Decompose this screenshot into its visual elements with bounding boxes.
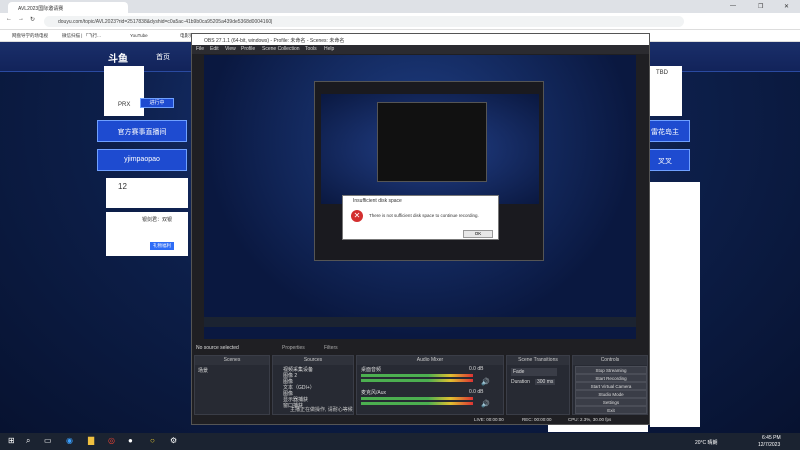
disk-space-dialog: Insufficient disk space ✕ There is not s… xyxy=(342,195,499,240)
start-recording-button[interactable]: Start Recording xyxy=(575,374,647,382)
address-bar[interactable]: douyu.com/topic/AVL2023?rid=2517838&dysh… xyxy=(44,16,684,27)
nested-taskbar xyxy=(204,317,636,327)
team-card-prx[interactable]: PRX xyxy=(104,66,144,116)
edge-icon[interactable]: ◉ xyxy=(66,436,73,445)
site-logo[interactable]: 斗鱼 xyxy=(108,50,128,65)
weather-widget[interactable]: 20°C 晴朗 xyxy=(695,439,718,446)
menu-view[interactable]: View xyxy=(225,46,236,52)
speaker-icon[interactable]: 🔊 xyxy=(481,378,490,386)
back-icon[interactable]: ← xyxy=(6,16,12,22)
bookmark-item[interactable]: 微信扫描 | 「飞行... xyxy=(62,33,101,39)
transition-select[interactable]: Fade xyxy=(511,368,557,376)
menu-file[interactable]: File xyxy=(196,46,204,52)
transitions-panel: Scene Transitions Fade Duration 300 ms xyxy=(506,355,570,415)
scenes-panel: Scenes 场景 xyxy=(194,355,270,415)
mixer-ch2-label: 麦克风/Aux xyxy=(361,390,387,396)
dialog-title: Insufficient disk space xyxy=(353,198,402,204)
duration-label: Duration xyxy=(511,379,530,385)
clock-time[interactable]: 6:45 PM xyxy=(762,435,781,441)
status-no-source: No source selected xyxy=(196,345,239,351)
close-icon[interactable]: ✕ xyxy=(784,3,789,10)
nested-preview xyxy=(321,94,539,204)
mixer-ch1-db: 0.0 dB xyxy=(469,366,484,372)
error-icon: ✕ xyxy=(351,210,363,222)
chrome-icon[interactable]: ◎ xyxy=(108,436,115,445)
stream-subtitle: 主播正在做操作, 请耐心等候 xyxy=(290,407,353,413)
nested-obs-2 xyxy=(377,102,487,182)
bookmark-item[interactable]: 网盘导学的场电视 xyxy=(12,33,48,39)
menu-edit[interactable]: Edit xyxy=(210,46,219,52)
controls-panel: Controls Stop Streaming Start Recording … xyxy=(572,355,648,415)
transitions-header: Scene Transitions xyxy=(507,356,569,365)
browser-tab[interactable]: AVL2023国际邀请赛 xyxy=(8,2,128,13)
studio-mode-button[interactable]: Studio Mode xyxy=(575,390,647,398)
filters-button[interactable]: Filters xyxy=(324,345,338,351)
obs-menubar: File Edit View Profile Scene Collection … xyxy=(192,45,649,54)
menu-help[interactable]: Help xyxy=(324,46,334,52)
streamer-name: 银剑君：双银 xyxy=(142,217,173,223)
settings-icon[interactable]: ⚙ xyxy=(170,436,177,445)
mixer-ch2-meter xyxy=(361,397,473,400)
cpu-stats: CPU: 2.3%, 30.00 fps xyxy=(568,417,612,422)
scenes-header: Scenes xyxy=(195,356,269,365)
stop-streaming-button[interactable]: Stop Streaming xyxy=(575,366,647,374)
team-name: TBD xyxy=(656,70,668,76)
search-icon[interactable]: ⌕ xyxy=(26,436,30,446)
ok-button[interactable]: OK xyxy=(463,230,493,238)
scene-item[interactable]: 场景 xyxy=(198,367,208,374)
audio-mixer-header: Audio Mixer xyxy=(357,356,503,365)
yjimpaopao-button[interactable]: yjimpaopao xyxy=(97,149,187,171)
follow-button[interactable]: 礼物福利 xyxy=(150,242,174,250)
taskview-icon[interactable]: ▭ xyxy=(44,436,52,445)
mixer-ch2-db: 0.0 dB xyxy=(469,389,484,395)
obs-icon[interactable]: ● xyxy=(128,436,133,445)
team-name: PRX xyxy=(118,102,131,108)
obs-titlebar: OBS 27.1.1 (64-bit, windows) - Profile: … xyxy=(192,34,649,45)
live-button[interactable]: 进行中 xyxy=(140,98,174,108)
count: 12 xyxy=(118,182,127,191)
stats-card: 12 xyxy=(106,178,188,208)
clock-date[interactable]: 12/7/2023 xyxy=(758,442,780,448)
bookmark-item[interactable]: YouTube xyxy=(130,33,148,38)
explorer-icon[interactable]: ▇ xyxy=(88,436,94,445)
forward-icon[interactable]: → xyxy=(18,16,24,22)
audio-mixer-panel: Audio Mixer 桌面音频 0.0 dB 麦克风/Aux 0.0 dB 🔊… xyxy=(356,355,504,415)
official-room-button[interactable]: 官方赛事直播间 xyxy=(97,120,187,142)
menu-profile[interactable]: Profile xyxy=(241,46,255,52)
speaker-icon[interactable]: 🔊 xyxy=(481,400,490,408)
live-timer: LIVE: 00:00:00 xyxy=(474,417,504,422)
mixer-ch2-fader[interactable] xyxy=(361,402,473,405)
settings-button[interactable]: Settings xyxy=(575,398,647,406)
dialog-message: There is not sufficient disk space to co… xyxy=(369,213,479,218)
rec-timer: REC: 00:00:00 xyxy=(522,417,552,422)
streamer-card[interactable]: 银剑君：双银 礼物福利 xyxy=(106,212,188,256)
right-sidebar xyxy=(650,182,700,427)
maximize-icon[interactable]: ❐ xyxy=(758,3,763,10)
mixer-ch1-meter xyxy=(361,374,473,377)
nav-home[interactable]: 首页 xyxy=(156,52,170,62)
windows-start-icon[interactable]: ⊞ xyxy=(8,436,15,445)
reload-icon[interactable]: ↻ xyxy=(30,16,35,23)
minimize-icon[interactable]: — xyxy=(730,3,736,9)
sources-header: Sources xyxy=(273,356,353,365)
menu-scene-collection[interactable]: Scene Collection xyxy=(262,46,300,52)
duration-input[interactable]: 300 ms xyxy=(535,379,556,385)
mixer-ch1-fader[interactable] xyxy=(361,379,473,382)
controls-header: Controls xyxy=(573,356,647,365)
virtual-camera-button[interactable]: Start Virtual Camera xyxy=(575,382,647,390)
menu-tools[interactable]: Tools xyxy=(305,46,317,52)
windows-taskbar: ⊞ ⌕ ▭ ◉ ▇ ◎ ● ○ ⚙ 20°C 晴朗 6:45 PM 12/7/2… xyxy=(0,433,800,450)
mixer-ch1-label: 桌面音频 xyxy=(361,367,382,373)
browser-tabstrip: AVL2023国际邀请赛 — ❐ ✕ xyxy=(0,0,800,13)
app-icon[interactable]: ○ xyxy=(150,436,155,445)
properties-button[interactable]: Properties xyxy=(282,345,305,351)
exit-button[interactable]: Exit xyxy=(575,406,647,414)
